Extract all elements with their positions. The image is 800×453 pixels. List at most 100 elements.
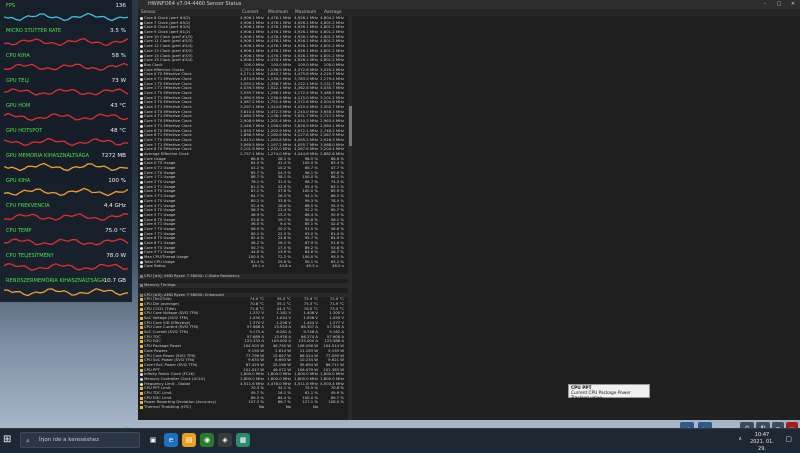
sensor-tile-icon [139,326,143,330]
sensor-dot-icon [139,152,143,156]
sensor-tile-icon [139,345,143,349]
sensor-dot-icon [139,101,143,105]
overlay-graph [4,12,128,22]
section-chip-icon [139,293,143,297]
sensor-dot-icon [139,260,143,264]
sensor-dot-icon [139,96,143,100]
sensor-dot-icon [139,227,143,231]
overlay-row: GPU KIHA 100 % [0,175,132,202]
sensor-dot-icon [139,256,143,260]
sensor-dot-icon [139,92,143,95]
sensor-dot-icon [139,49,143,53]
overlay-graph-line [4,62,128,71]
overlay-label: RENDSZERMEMÓRIA KIHASZNÁLTSÁGA [6,278,105,284]
overlay-graph-line [4,162,128,172]
sensor-dot-icon [139,45,143,49]
sensor-dot-icon [139,377,143,381]
col-current[interactable]: Current [242,9,258,16]
sensor-dot-icon [139,110,143,114]
cell-maximum: No [312,404,318,410]
notification-icon[interactable]: ▢ [785,435,792,443]
sensor-dot-icon [139,382,143,386]
tooltip-text: Current CPU Package Power Tracking value… [571,391,631,401]
col-average[interactable]: Average [324,9,342,16]
overlay-row: GPU TELJ 73 W [0,75,132,102]
cell-current: No [258,404,264,410]
sensor-dot-icon [139,129,143,133]
overlay-graph [4,187,128,197]
sensor-tile-icon [139,312,143,316]
search-icon: ⌕ [26,437,30,445]
search-box[interactable]: ⌕ Írjon ide a kereséshez [20,432,140,448]
overlay-row: MICRO STUTTER RATE 3.5 % [0,25,132,52]
hwinfo-sensor-window: HWiNFO64 v7.04-4460 Sensor Status – □ ✕ … [138,0,800,420]
sensor-dot-icon [139,199,143,203]
window-titlebar[interactable]: HWiNFO64 v7.04-4460 Sensor Status – □ ✕ [138,0,800,9]
file-explorer-icon[interactable]: ▤ [182,433,196,447]
sensor-tile-icon [139,317,143,320]
edge-browser-icon[interactable]: e [164,433,178,447]
sensor-tile-icon [139,321,143,325]
overlay-graph [4,288,128,297]
sensor-tile-icon [139,387,143,391]
sensor-dot-icon [139,190,143,194]
app-icon[interactable]: ◈ [218,433,232,447]
sensor-dot-icon [139,63,143,67]
sensor-dot-icon [139,218,143,222]
sensor-dot-icon [139,143,143,147]
close-button[interactable]: ✕ [786,0,800,9]
sensor-dot-icon [139,68,143,72]
task-view-icon[interactable]: ▣ [146,433,160,447]
sensor-tile-icon [139,392,143,395]
overlay-value: 58 % [111,53,126,59]
sensor-dot-icon [139,242,143,245]
overlay-graph [4,88,128,96]
overlay-graph [4,137,128,147]
sensor-dot-icon [139,251,143,255]
overlay-label: CPU TELJESÍTMÉNY [6,253,54,259]
sensor-tile-icon [139,359,143,363]
sensor-dot-icon [139,40,143,44]
overlay-row: CPU TEMP 75.0 °C [0,225,132,252]
overlay-label: CPU TEMP [6,228,32,234]
vertical-scrollbar[interactable] [348,16,352,420]
sensor-dot-icon [139,176,143,180]
overlay-graph [4,238,128,246]
sensor-dot-icon [139,120,143,124]
overlay-graph-line [4,12,128,22]
sensor-dot-icon [139,246,143,250]
overlay-graph-line [4,238,128,246]
col-minimum[interactable]: Minimum [268,9,288,16]
section-chip-icon [139,284,143,288]
sensor-dot-icon [139,185,143,189]
sensor-dot-icon [139,31,143,35]
sensor-dot-icon [139,181,143,185]
overlay-graph [4,37,128,47]
overlay-graph [4,213,128,221]
maximize-button[interactable]: □ [772,0,786,9]
sensor-tile-icon [139,406,143,410]
col-sensor[interactable]: Sensor [141,9,156,16]
table-row[interactable]: Thermal Throttling (HTC) No No No [138,404,348,410]
sensor-dot-icon [139,209,143,213]
windows-start-icon[interactable]: ⊞ [3,434,15,446]
overlay-value: 100 % [108,178,126,184]
sensor-dot-icon [139,124,143,128]
overlay-graph [4,162,128,172]
overlay-value: 48 °C [110,128,126,134]
sensor-dot-icon [139,171,143,175]
hwinfo-taskbar-icon[interactable]: ▦ [236,433,250,447]
xbox-icon[interactable]: ◉ [200,433,214,447]
overlay-label: GPU HOTSPOT [6,128,43,134]
window-title: HWiNFO64 v7.04-4460 Sensor Status [148,1,242,7]
sensor-dot-icon [139,115,143,119]
tray-chevron-icon[interactable]: ∧ [738,436,742,442]
overlay-row: GPU HOTSPOT 48 °C [0,125,132,152]
overlay-value: 75.0 °C [105,228,126,234]
col-maximum[interactable]: Maximum [295,9,316,16]
overlay-label: CPU FREKVENCIA [6,203,50,209]
overlay-value: 136 [115,3,126,9]
minimize-button[interactable]: – [758,0,772,9]
overlay-value: 4.4 GHz [103,203,126,209]
scrollbar-thumb[interactable] [348,106,352,146]
